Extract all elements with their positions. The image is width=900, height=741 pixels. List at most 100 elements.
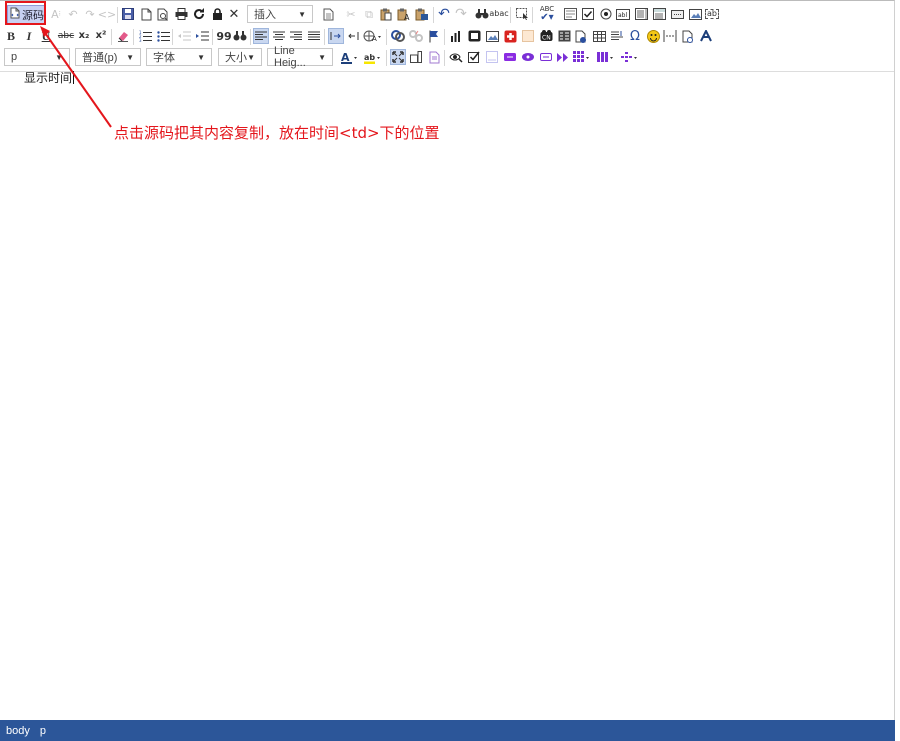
bullet-list-icon[interactable] [155, 28, 171, 44]
medical-plus-icon[interactable] [502, 28, 518, 44]
page-break-icon[interactable] [662, 28, 678, 44]
table-icon[interactable] [591, 28, 607, 44]
form-icon[interactable] [562, 6, 578, 22]
widget-b-icon[interactable] [520, 49, 536, 65]
checkbox-icon[interactable] [580, 6, 596, 22]
new-page-icon[interactable] [138, 6, 154, 22]
replace-icon[interactable]: abac [489, 6, 508, 22]
bg-color-icon[interactable]: ab [363, 49, 383, 65]
select-field-icon[interactable] [651, 6, 667, 22]
row-menu-icon[interactable] [620, 49, 640, 65]
grid-menu-icon[interactable] [572, 49, 592, 65]
special-char-icon[interactable]: Ω [627, 28, 643, 44]
path-item-body[interactable]: body [6, 725, 30, 737]
font-style-icon[interactable] [698, 28, 714, 44]
blockquote-icon[interactable]: 99 [216, 28, 232, 44]
remove-format-icon[interactable] [115, 28, 131, 44]
align-center-icon[interactable] [271, 28, 287, 44]
toolbar-row-2: B I U abc x₂ x² 123 99 A CN Ω [0, 27, 894, 47]
radio-icon[interactable] [598, 6, 614, 22]
special-char-label: Ω [630, 28, 640, 44]
image-icon[interactable] [484, 28, 500, 44]
close-icon[interactable]: ✕ [226, 6, 242, 22]
maximize-icon[interactable] [390, 49, 406, 65]
gallery-icon[interactable] [556, 28, 572, 44]
paragraph-select[interactable]: 普通(p) ▼ [75, 48, 141, 66]
text-cursor [73, 71, 75, 84]
redo-light-icon[interactable]: ↷ [82, 6, 98, 22]
widget-c-icon[interactable] [538, 49, 554, 65]
video-icon[interactable]: CN [538, 28, 554, 44]
toolbar-separator [510, 7, 511, 23]
content-paragraph[interactable]: 显示时间 [24, 69, 75, 86]
hidden-field-icon[interactable]: ab [704, 6, 720, 22]
textfield-icon[interactable]: abl [615, 6, 631, 22]
anchor-flag-icon[interactable] [426, 28, 442, 44]
unlink-icon[interactable] [408, 28, 424, 44]
superscript-button[interactable]: x² [93, 28, 109, 44]
align-right-icon[interactable] [288, 28, 304, 44]
redo-icon[interactable]: ↷ [453, 6, 469, 22]
paste-text-icon[interactable]: A [396, 6, 412, 22]
document-props-icon[interactable] [680, 28, 696, 44]
editor-content[interactable]: 显示时间 [0, 69, 894, 719]
language-icon[interactable]: A [362, 28, 382, 44]
columns-menu-icon[interactable] [596, 49, 616, 65]
preview-icon[interactable] [155, 6, 171, 22]
numbered-list-icon[interactable]: 123 [137, 28, 153, 44]
about-icon[interactable] [426, 49, 442, 65]
font-size-select[interactable]: 大小 ▼ [218, 48, 262, 66]
align-left-icon[interactable] [253, 28, 269, 44]
paste-word-icon[interactable] [414, 6, 430, 22]
bold-button[interactable]: B [3, 28, 19, 44]
refresh-icon[interactable] [191, 6, 207, 22]
strikethrough-button[interactable]: abc [56, 28, 76, 44]
smiley-icon[interactable] [645, 28, 661, 44]
widget-a-icon[interactable] [502, 49, 518, 65]
button-field-icon[interactable] [669, 6, 685, 22]
underline-button[interactable]: U [38, 28, 54, 44]
path-item-p[interactable]: p [40, 725, 46, 737]
horizontal-rule-icon[interactable] [609, 28, 625, 44]
insert-select[interactable]: 插入 ▼ [247, 5, 313, 23]
widget-d-icon[interactable] [555, 49, 571, 65]
text-direction-ltr-icon[interactable] [328, 28, 344, 44]
undo-icon[interactable]: ↶ [436, 6, 452, 22]
chart-icon[interactable] [448, 28, 464, 44]
div-container-icon[interactable] [232, 28, 248, 44]
lock-icon[interactable] [209, 6, 225, 22]
subscript-button[interactable]: x₂ [76, 28, 92, 44]
image-button-icon[interactable] [687, 6, 703, 22]
show-blocks-icon[interactable] [408, 49, 424, 65]
format-select[interactable]: p ▼ [4, 48, 70, 66]
link-icon[interactable] [390, 28, 406, 44]
textarea-icon[interactable] [633, 6, 649, 22]
flash-embed-icon[interactable] [466, 28, 482, 44]
preview-frame-icon[interactable] [484, 49, 500, 65]
indent-icon[interactable] [194, 28, 210, 44]
autoformat-icon[interactable]: A ⁝ [48, 6, 64, 22]
iframe-icon[interactable] [520, 28, 536, 44]
cut-icon[interactable]: ✂ [343, 6, 359, 22]
align-justify-icon[interactable] [306, 28, 322, 44]
spellcheck-icon[interactable]: ABC ✔▾ [537, 6, 557, 22]
italic-button[interactable]: I [21, 28, 37, 44]
template-icon[interactable] [320, 6, 336, 22]
code-tags-icon[interactable]: <> [98, 6, 116, 22]
outdent-icon[interactable] [176, 28, 192, 44]
text-color-icon[interactable]: A [340, 49, 360, 65]
print-icon[interactable] [173, 6, 189, 22]
document-link-icon[interactable] [573, 28, 589, 44]
line-height-select[interactable]: Line Heig... ▼ [267, 45, 333, 69]
toolbar-separator [386, 29, 387, 45]
view-source-icon[interactable] [448, 49, 464, 65]
checklist-icon[interactable] [466, 49, 482, 65]
select-all-icon[interactable] [514, 6, 530, 22]
paste-icon[interactable] [378, 6, 394, 22]
text-direction-rtl-icon[interactable] [345, 28, 361, 44]
save-icon[interactable] [120, 6, 136, 22]
undo-light-icon[interactable]: ↶ [65, 6, 81, 22]
copy-icon[interactable]: ⧉ [361, 6, 377, 22]
font-family-select[interactable]: 字体 ▼ [146, 48, 212, 66]
find-icon[interactable] [474, 6, 490, 22]
